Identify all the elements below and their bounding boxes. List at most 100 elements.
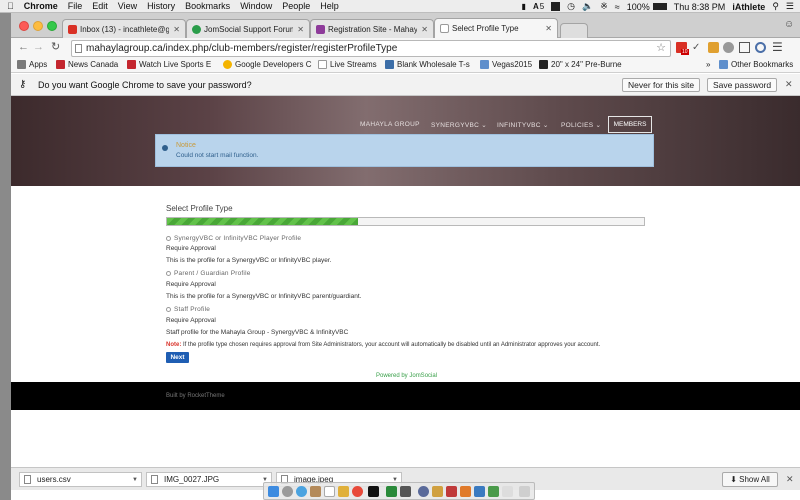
system-app-icon[interactable]: [400, 486, 411, 497]
new-tab-button[interactable]: [560, 23, 588, 38]
app-icon[interactable]: [432, 486, 443, 497]
nav-members[interactable]: MEMBERS: [608, 116, 652, 133]
bookmark-vegas2015[interactable]: Vegas2015: [480, 60, 532, 69]
trash-icon[interactable]: [519, 486, 530, 497]
bookmark-news-canada[interactable]: News Canada: [56, 60, 118, 69]
wifi-icon[interactable]: ≈: [615, 2, 620, 12]
menu-help[interactable]: Help: [320, 1, 339, 11]
terminal-icon[interactable]: [368, 486, 379, 497]
menu-view[interactable]: View: [118, 1, 137, 11]
zoom-window-button[interactable]: [47, 21, 57, 31]
menubar-status-icon[interactable]: ▮: [522, 2, 526, 11]
close-tab-icon[interactable]: ✕: [421, 25, 428, 34]
extension-check-icon[interactable]: ✓: [692, 42, 703, 53]
bookmark-blank-wholesale[interactable]: Blank Wholesale T-s: [385, 60, 470, 69]
photos-icon[interactable]: [338, 486, 349, 497]
menu-history[interactable]: History: [147, 1, 175, 11]
chevron-down-icon: ⌄: [542, 122, 549, 129]
close-tab-icon[interactable]: ✕: [173, 25, 180, 34]
menubar-clock[interactable]: Thu 8:38 PM: [674, 2, 726, 12]
page-info-icon[interactable]: [75, 44, 82, 53]
menu-app-name[interactable]: Chrome: [24, 1, 58, 11]
bookmark-other-bookmarks[interactable]: Other Bookmarks: [719, 60, 793, 69]
radio-icon[interactable]: [166, 271, 171, 276]
footer-credit[interactable]: Built by RocketTheme: [166, 393, 225, 399]
nav-synergyvbc[interactable]: SYNERGYVBC ⌄: [431, 121, 487, 129]
save-password-infobar: ⚷ Do you want Google Chrome to save your…: [11, 74, 800, 96]
app-icon[interactable]: [460, 486, 471, 497]
forward-arrow-icon[interactable]: →: [33, 42, 44, 53]
chrome-menu-icon[interactable]: ☰: [772, 41, 783, 53]
menu-file[interactable]: File: [68, 1, 83, 11]
volume-icon[interactable]: 🔈: [582, 1, 593, 12]
tab-inbox[interactable]: Inbox (13) - incathlete@gm ✕: [62, 19, 186, 38]
bookmark-live-streams[interactable]: Live Streams: [318, 60, 377, 69]
spotlight-search-icon[interactable]: ⚲: [772, 1, 779, 12]
close-infobar-icon[interactable]: ✕: [785, 79, 793, 90]
launchpad-icon[interactable]: [282, 486, 293, 497]
show-all-downloads-button[interactable]: ⬇ Show All: [722, 472, 778, 487]
close-tab-icon[interactable]: ✕: [545, 24, 552, 33]
extension-hand-icon[interactable]: [708, 42, 719, 53]
battery-percent[interactable]: 100%: [627, 2, 650, 12]
bookmark-star-icon[interactable]: ☆: [656, 41, 666, 56]
bookmark-google-developers[interactable]: Google Developers C: [223, 60, 311, 69]
profile-person-icon[interactable]: ☺: [784, 19, 796, 31]
tab-registration-site[interactable]: Registration Site - Mahayla ✕: [310, 19, 434, 38]
reload-icon[interactable]: ↻: [51, 42, 62, 53]
chevron-down-icon[interactable]: ▼: [132, 477, 138, 483]
profile-option-staff[interactable]: Staff Profile: [166, 306, 210, 313]
next-button[interactable]: Next: [166, 352, 189, 363]
nav-mahayla-group[interactable]: MAHAYLA GROUP: [360, 121, 420, 128]
radio-icon[interactable]: [166, 236, 171, 241]
menu-edit[interactable]: Edit: [92, 1, 108, 11]
close-window-button[interactable]: [19, 21, 29, 31]
minimize-window-button[interactable]: [33, 21, 43, 31]
app-icon[interactable]: [488, 486, 499, 497]
notification-center-icon[interactable]: ☰: [786, 1, 794, 12]
close-download-shelf-icon[interactable]: ✕: [786, 474, 794, 485]
block-icon[interactable]: [755, 42, 766, 53]
bookmark-apps[interactable]: Apps: [17, 60, 47, 69]
back-arrow-icon[interactable]: ←: [18, 42, 29, 53]
chrome-icon[interactable]: [352, 486, 363, 497]
download-item-img-0027[interactable]: IMG_0027.JPG ▼: [146, 472, 272, 487]
menu-bookmarks[interactable]: Bookmarks: [185, 1, 230, 11]
app-icon[interactable]: [418, 486, 429, 497]
adobe-icon[interactable]: A: [533, 2, 539, 11]
app-tray-icon[interactable]: [551, 2, 561, 11]
time-machine-icon[interactable]: ◷: [567, 1, 575, 12]
tab-jomsocial-forum[interactable]: JomSocial Support Forum ✕: [186, 19, 310, 38]
address-bar[interactable]: mahaylagroup.ca/index.php/club-members/r…: [71, 40, 671, 57]
contacts-icon[interactable]: [310, 486, 321, 497]
tab-select-profile-type[interactable]: Select Profile Type ✕: [434, 18, 558, 38]
app-icon[interactable]: [446, 486, 457, 497]
powered-by-jomsocial-link[interactable]: Powered by JomSocial: [376, 373, 437, 379]
radio-icon[interactable]: [166, 307, 171, 312]
nav-infinityvbc[interactable]: INFINITYVBC ⌄: [497, 121, 549, 129]
close-tab-icon[interactable]: ✕: [297, 25, 304, 34]
profile-option-parent[interactable]: Parent / Guardian Profile: [166, 270, 251, 277]
bluetooth-icon[interactable]: ※: [600, 1, 608, 12]
cast-icon[interactable]: [739, 42, 750, 53]
app-icon[interactable]: [502, 486, 513, 497]
never-for-this-site-button[interactable]: Never for this site: [622, 78, 701, 92]
app-icon[interactable]: [474, 486, 485, 497]
safari-icon[interactable]: [296, 486, 307, 497]
profile-option-player[interactable]: SynergyVBC or InfinityVBC Player Profile: [166, 235, 301, 242]
bookmark-watch-live-sports[interactable]: Watch Live Sports E: [127, 60, 211, 69]
extension-icon[interactable]: [723, 42, 734, 53]
nav-policies[interactable]: POLICIES ⌄: [561, 121, 601, 129]
download-item-users-csv[interactable]: users.csv ▼: [19, 472, 142, 487]
finder-icon[interactable]: [268, 486, 279, 497]
bookmark-pre-burned-screen[interactable]: 20" x 24" Pre-Burne: [539, 60, 622, 69]
excel-icon[interactable]: [386, 486, 397, 497]
calendar-icon[interactable]: [324, 486, 335, 497]
menu-window[interactable]: Window: [240, 1, 272, 11]
battery-icon[interactable]: [652, 3, 667, 10]
menu-people[interactable]: People: [282, 1, 310, 11]
apple-icon[interactable]: : [7, 1, 14, 11]
menubar-user[interactable]: iAthlete: [732, 2, 765, 12]
bookmarks-overflow-chevron[interactable]: »: [706, 60, 710, 69]
save-password-button[interactable]: Save password: [707, 78, 778, 92]
